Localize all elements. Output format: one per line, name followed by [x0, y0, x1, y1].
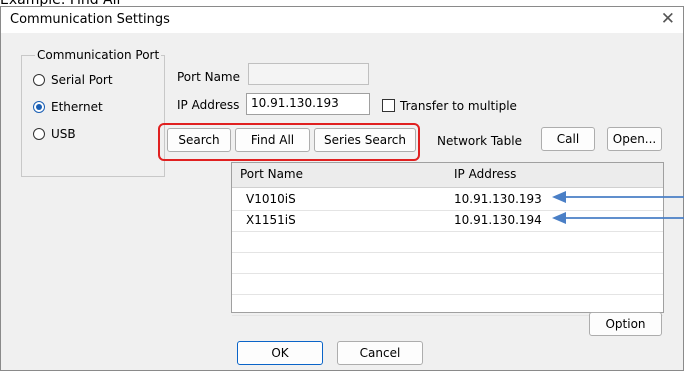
communication-settings-window: Communication Settings ✕ Communication P…: [0, 6, 684, 371]
radio-label: USB: [51, 127, 76, 141]
radio-serial-port[interactable]: Serial Port: [33, 72, 153, 90]
open-button[interactable]: Open...: [607, 127, 662, 151]
network-table[interactable]: Port Name IP Address V1010iS 10.91.130.1…: [231, 162, 664, 316]
cell-ip-address: 10.91.130.193: [454, 192, 542, 206]
port-name-field[interactable]: [248, 63, 369, 85]
ip-address-label: IP Address: [177, 98, 240, 112]
column-header-ip-address[interactable]: IP Address: [454, 167, 516, 181]
table-row[interactable]: X1151iS 10.91.130.194: [232, 210, 663, 232]
title-bar: Communication Settings ✕: [1, 7, 683, 33]
radio-checked-icon: [33, 101, 45, 113]
radio-usb[interactable]: USB: [33, 126, 153, 144]
transfer-multiple-checkbox[interactable]: [382, 99, 395, 112]
radio-icon: [33, 74, 45, 86]
table-row[interactable]: [232, 252, 663, 274]
table-row[interactable]: [232, 273, 663, 295]
radio-icon: [33, 128, 45, 140]
highlight-box: [158, 123, 420, 161]
ok-button[interactable]: OK: [237, 341, 323, 365]
transfer-multiple-label: Transfer to multiple: [400, 99, 517, 113]
window-title: Communication Settings: [10, 12, 170, 27]
cancel-button[interactable]: Cancel: [337, 341, 423, 365]
radio-label: Ethernet: [51, 100, 103, 114]
communication-port-label: Communication Port: [35, 48, 162, 62]
option-button[interactable]: Option: [589, 312, 662, 336]
radio-label: Serial Port: [51, 73, 113, 87]
column-header-port-name[interactable]: Port Name: [240, 167, 303, 181]
cell-ip-address: 10.91.130.194: [454, 213, 542, 227]
close-icon[interactable]: ✕: [661, 9, 675, 29]
radio-ethernet[interactable]: Ethernet: [33, 99, 153, 117]
ip-address-field[interactable]: 10.91.130.193: [246, 93, 370, 115]
cell-port-name: V1010iS: [246, 192, 296, 206]
cell-port-name: X1151iS: [246, 213, 296, 227]
table-row[interactable]: V1010iS 10.91.130.193: [232, 189, 663, 211]
network-table-label: Network Table: [437, 134, 522, 148]
port-name-label: Port Name: [177, 70, 241, 84]
table-row[interactable]: [232, 231, 663, 253]
call-button[interactable]: Call: [541, 127, 595, 151]
table-header: Port Name IP Address: [232, 163, 663, 188]
